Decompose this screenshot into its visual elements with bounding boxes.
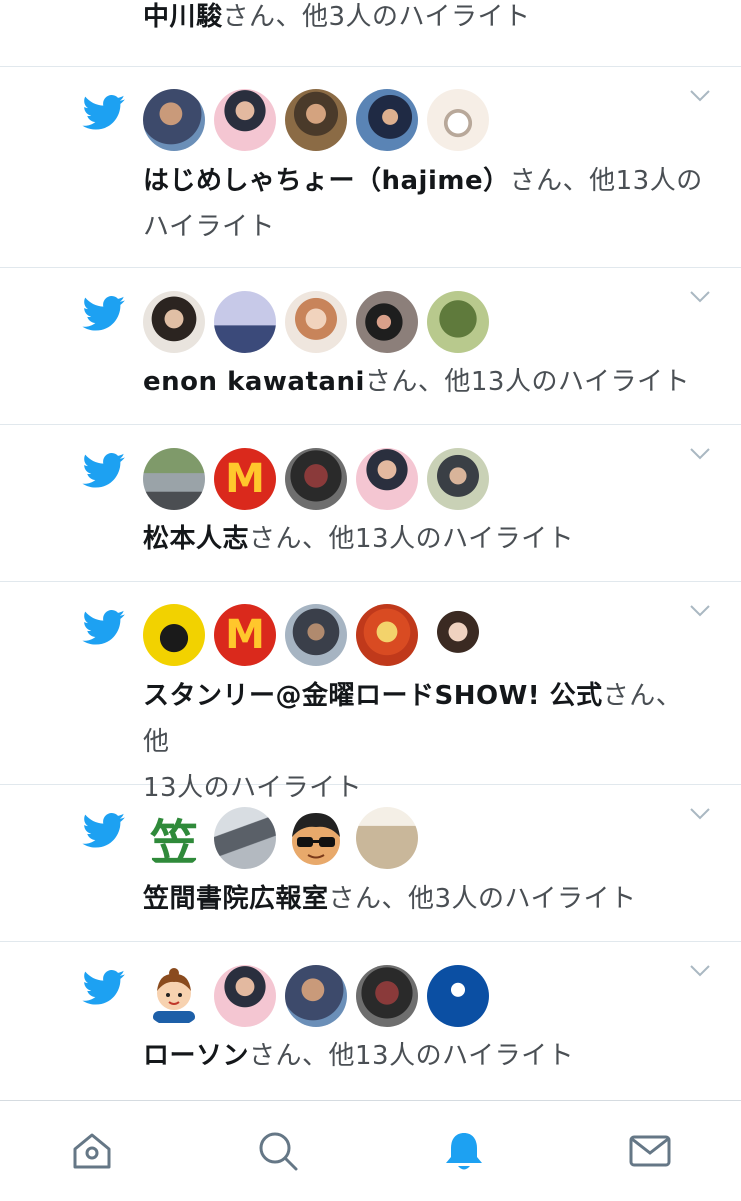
notification-item[interactable]: M スタンリー@金曜ロードSHOW! 公式さん、他 13人のハイライト	[0, 582, 741, 803]
avatar-row: M	[143, 604, 498, 668]
notification-user-name[interactable]: enon kawatani	[143, 367, 365, 397]
avatar[interactable]	[427, 448, 489, 510]
avatar[interactable]	[285, 291, 347, 353]
avatar[interactable]: M	[214, 448, 276, 510]
messages-icon[interactable]	[628, 1129, 672, 1173]
avatar[interactable]	[214, 291, 276, 353]
avatar[interactable]	[143, 965, 205, 1027]
chevron-down-icon[interactable]	[689, 447, 711, 461]
avatar[interactable]	[285, 448, 347, 510]
avatar[interactable]	[214, 807, 276, 869]
avatar[interactable]	[427, 604, 489, 666]
avatar[interactable]	[356, 807, 418, 869]
notification-user-name[interactable]: 笠間書院広報室	[143, 884, 329, 914]
search-icon[interactable]	[256, 1129, 300, 1173]
avatar[interactable]	[356, 89, 418, 151]
avatar[interactable]	[427, 291, 489, 353]
twitter-bird-icon	[82, 95, 125, 130]
notification-user-name[interactable]: ローソン	[143, 1041, 249, 1071]
chevron-down-icon[interactable]	[689, 604, 711, 618]
notification-text: enon kawataniさん、他13人のハイライト	[143, 367, 690, 397]
avatar[interactable]	[285, 807, 347, 869]
notification-text: ローソンさん、他13人のハイライト	[143, 1041, 575, 1071]
avatar[interactable]	[356, 448, 418, 510]
notification-item[interactable]: enon kawataniさん、他13人のハイライト	[0, 268, 741, 425]
twitter-bird-icon	[82, 453, 125, 488]
chevron-down-icon[interactable]	[689, 807, 711, 821]
avatar-row	[143, 291, 498, 355]
avatar-row	[143, 89, 498, 153]
notifications-icon[interactable]	[442, 1129, 486, 1173]
notification-user-name[interactable]: スタンリー@金曜ロードSHOW! 公式	[143, 681, 603, 711]
avatar[interactable]	[285, 89, 347, 151]
twitter-bird-icon	[82, 610, 125, 645]
notification-user-name[interactable]: 松本人志	[143, 524, 249, 554]
notification-item[interactable]: はじめしゃちょー（hajime）さん、他13人の ハイライト	[0, 67, 741, 268]
avatar[interactable]	[143, 448, 205, 510]
twitter-bird-icon	[82, 970, 125, 1005]
chevron-down-icon[interactable]	[689, 964, 711, 978]
avatar[interactable]	[143, 604, 205, 666]
twitter-bird-icon	[82, 813, 125, 848]
notification-item[interactable]: 中川駿さん、他3人のハイライト	[0, 0, 741, 67]
avatar[interactable]	[214, 965, 276, 1027]
avatar-row: M	[143, 448, 498, 512]
avatar[interactable]: M	[214, 604, 276, 666]
notification-item[interactable]: ローソンさん、他13人のハイライト	[0, 942, 741, 1100]
avatar[interactable]	[143, 89, 205, 151]
cartoon-face-icon	[292, 813, 340, 865]
avatar-row: 笠	[143, 807, 427, 871]
avatar[interactable]	[285, 965, 347, 1027]
avatar[interactable]	[427, 965, 489, 1027]
chevron-down-icon[interactable]	[689, 290, 711, 304]
notification-user-name[interactable]: はじめしゃちょー（hajime）	[143, 166, 510, 196]
lawson-mascot-icon	[153, 968, 195, 1023]
avatar-row	[143, 965, 498, 1029]
notification-text: はじめしゃちょー（hajime）さん、他13人の ハイライト	[143, 166, 703, 242]
notification-item[interactable]: 笠 笠間書院広報室さん、他3人のハイライト	[0, 785, 741, 942]
avatar[interactable]	[427, 89, 489, 151]
notification-item[interactable]: M 松本人志さん、他13人のハイライト	[0, 425, 741, 582]
twitter-bird-icon	[82, 296, 125, 331]
notification-text: 笠間書院広報室さん、他3人のハイライト	[143, 884, 637, 914]
avatar[interactable]	[356, 291, 418, 353]
avatar[interactable]	[356, 965, 418, 1027]
notification-text: 中川駿さん、他3人のハイライト	[143, 2, 531, 32]
avatar[interactable]	[143, 291, 205, 353]
avatar[interactable]	[356, 604, 418, 666]
avatar[interactable]	[214, 89, 276, 151]
notification-text: 松本人志さん、他13人のハイライト	[143, 524, 575, 554]
notification-user-name[interactable]: 中川駿	[143, 2, 223, 32]
home-icon[interactable]	[70, 1129, 114, 1173]
avatar[interactable]: 笠	[143, 807, 205, 869]
chevron-down-icon[interactable]	[689, 89, 711, 103]
bottom-tab-bar	[0, 1100, 741, 1201]
notifications-feed: 中川駿さん、他3人のハイライト はじめしゃちょー（hajime）さん、他13人の…	[0, 0, 741, 1100]
avatar[interactable]	[285, 604, 347, 666]
